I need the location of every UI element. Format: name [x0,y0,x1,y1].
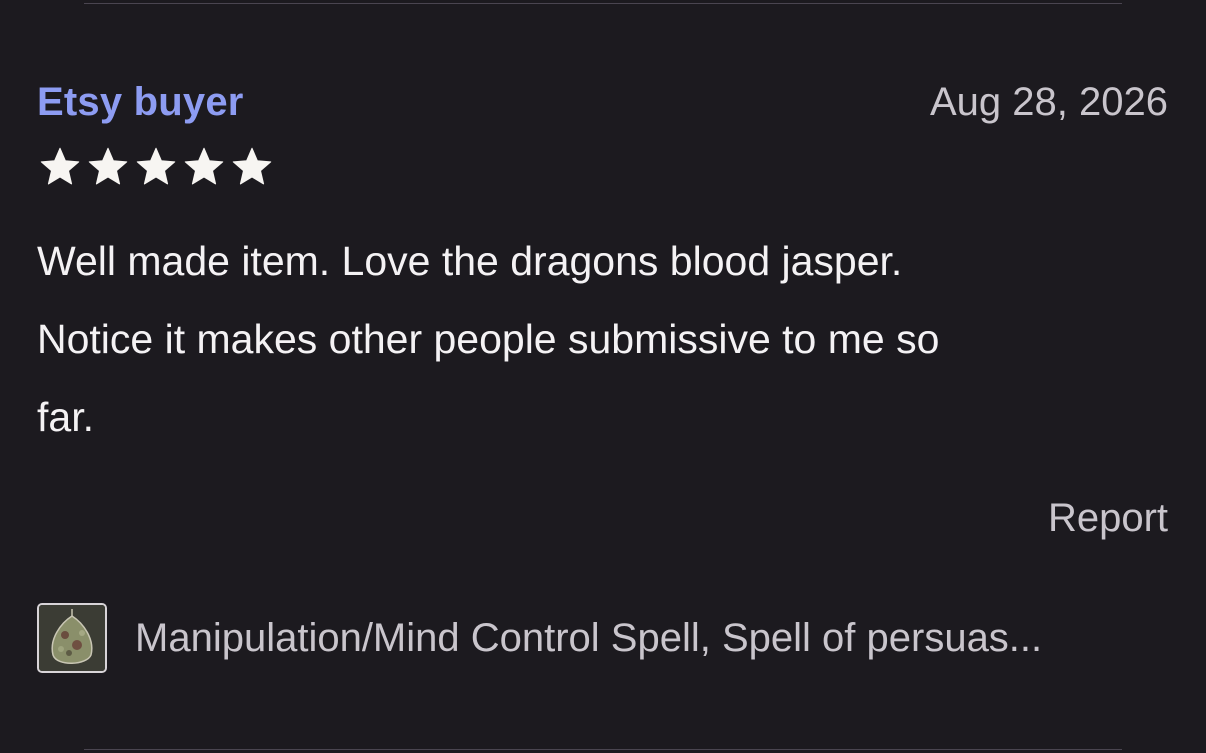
star-rating [37,145,275,189]
top-divider [84,3,1122,4]
item-title: Manipulation/Mind Control Spell, Spell o… [135,615,1043,660]
review-text-line: Well made item. Love the dragons blood j… [37,238,903,284]
reviewer-name-link[interactable]: Etsy buyer [37,80,244,125]
purchased-item-link[interactable]: Manipulation/Mind Control Spell, Spell o… [37,603,1042,673]
review-text-line: Notice it makes other people submissive … [37,316,940,362]
review-text-line: far. [37,394,94,440]
report-button[interactable]: Report [1048,496,1168,541]
star-icon [136,147,176,185]
star-icon [184,147,224,185]
review-text: Well made item. Love the dragons blood j… [37,222,1167,456]
star-icon [88,147,128,185]
bottom-divider [84,749,1122,750]
item-thumbnail [37,603,107,673]
star-icon [232,147,272,185]
pendant-image [39,605,105,671]
star-icon [40,147,80,185]
review-date: Aug 28, 2026 [930,80,1168,124]
